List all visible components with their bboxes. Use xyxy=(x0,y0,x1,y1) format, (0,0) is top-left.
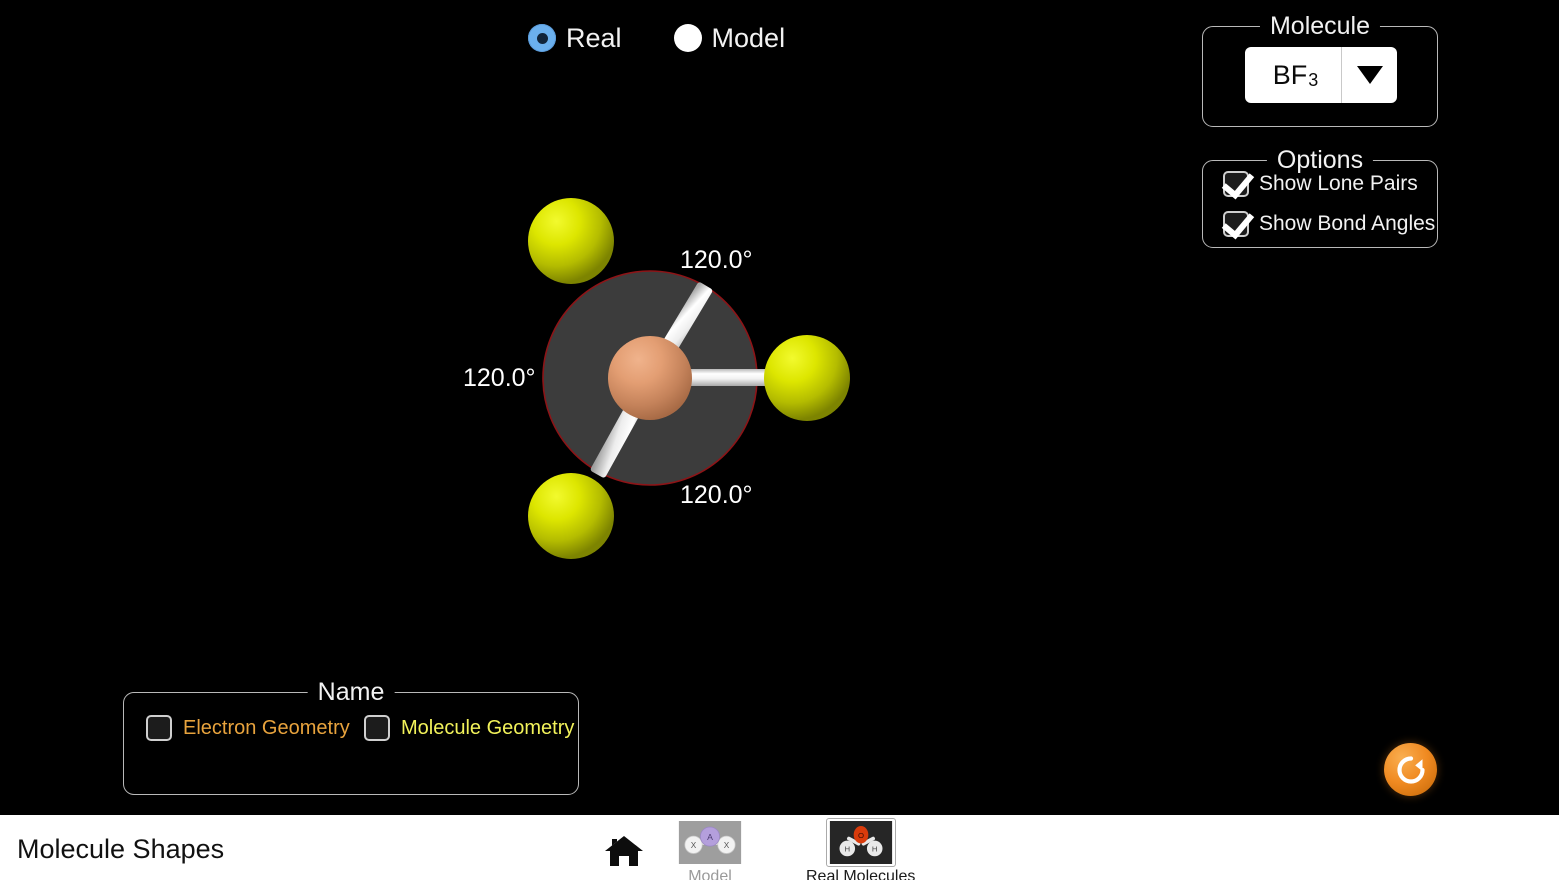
tab-real-molecules[interactable]: O H H Real Molecules xyxy=(806,818,916,880)
ligand-atom-f-3[interactable] xyxy=(764,335,850,421)
bond-angle-label-1: 120.0° xyxy=(680,246,753,274)
play-area: Real Model 120.0° 120.0° 120.0° Molecule… xyxy=(0,0,1559,812)
home-icon xyxy=(605,836,643,866)
svg-text:X: X xyxy=(724,841,730,850)
checkbox-molecule-geometry[interactable]: Molecule Geometry xyxy=(364,715,574,741)
central-atom-b[interactable] xyxy=(608,336,692,420)
name-panel: Name Electron Geometry Molecule Geometry xyxy=(123,678,579,795)
reset-all-button[interactable] xyxy=(1384,743,1437,796)
bond-angle-label-3: 120.0° xyxy=(680,481,753,509)
svg-text:O: O xyxy=(858,831,864,840)
molecule-formula-base: BF xyxy=(1272,59,1308,90)
checkbox-checked-icon xyxy=(1223,171,1249,197)
radio-model-dot-icon xyxy=(673,24,702,52)
checkbox-show-lone-pairs[interactable]: Show Lone Pairs xyxy=(1223,171,1418,197)
name-panel-title: Name xyxy=(307,678,395,706)
molecule-panel: Molecule BF 3 xyxy=(1202,12,1438,127)
tab-model[interactable]: X X A Model xyxy=(676,819,744,880)
options-panel: Options Show Lone Pairs Show Bond Angles xyxy=(1202,146,1438,248)
molecule-3d-view[interactable]: 120.0° 120.0° 120.0° xyxy=(430,150,910,610)
radio-real-label: Real xyxy=(566,23,622,53)
radio-model[interactable]: Model xyxy=(673,23,786,53)
ligand-atom-f-2[interactable] xyxy=(528,473,614,559)
navigation-bar: Molecule Shapes X X A Model O H H Real M… xyxy=(0,812,1559,880)
molecule-combo-box[interactable]: BF 3 xyxy=(1245,47,1397,103)
tab-model-label: Model xyxy=(688,868,732,880)
svg-text:H: H xyxy=(844,845,850,854)
checkbox-molecule-geometry-label: Molecule Geometry xyxy=(401,716,575,739)
radio-real-dot-icon xyxy=(528,24,556,52)
checkbox-unchecked-icon xyxy=(364,715,390,741)
molecule-panel-title: Molecule xyxy=(1259,12,1381,40)
home-button[interactable] xyxy=(602,833,646,869)
chevron-down-icon xyxy=(1356,66,1383,84)
radio-model-label: Model xyxy=(711,23,786,53)
bond-angle-label-2: 120.0° xyxy=(463,364,536,392)
refresh-icon xyxy=(1396,755,1425,784)
molecule-formula-subscript: 3 xyxy=(1308,69,1319,90)
checkbox-checked-icon xyxy=(1223,211,1249,237)
sim-title: Molecule Shapes xyxy=(17,834,225,864)
molecule-combo-value: BF 3 xyxy=(1245,47,1341,103)
options-panel-title: Options xyxy=(1266,146,1374,174)
checkbox-show-bond-angles-label: Show Bond Angles xyxy=(1259,212,1436,235)
ligand-atom-f-1[interactable] xyxy=(528,198,614,284)
tab-real-molecules-label: Real Molecules xyxy=(806,868,916,880)
svg-text:H: H xyxy=(872,845,878,854)
checkbox-electron-geometry[interactable]: Electron Geometry xyxy=(146,715,350,741)
checkbox-unchecked-icon xyxy=(146,715,172,741)
checkbox-electron-geometry-label: Electron Geometry xyxy=(183,716,350,739)
molecule-combo-arrow-button[interactable] xyxy=(1341,47,1397,103)
simulation-root: Real Model 120.0° 120.0° 120.0° Molecule… xyxy=(0,0,1559,880)
svg-text:X: X xyxy=(691,841,697,850)
svg-text:A: A xyxy=(707,832,713,842)
radio-real[interactable]: Real xyxy=(528,24,622,52)
representation-radio-group: Real Model xyxy=(528,24,785,52)
checkbox-show-bond-angles[interactable]: Show Bond Angles xyxy=(1223,211,1435,237)
model-thumbnail-icon: X X A xyxy=(678,821,742,864)
real-molecules-thumbnail-icon: O H H xyxy=(825,818,896,867)
checkbox-show-lone-pairs-label: Show Lone Pairs xyxy=(1259,172,1418,195)
